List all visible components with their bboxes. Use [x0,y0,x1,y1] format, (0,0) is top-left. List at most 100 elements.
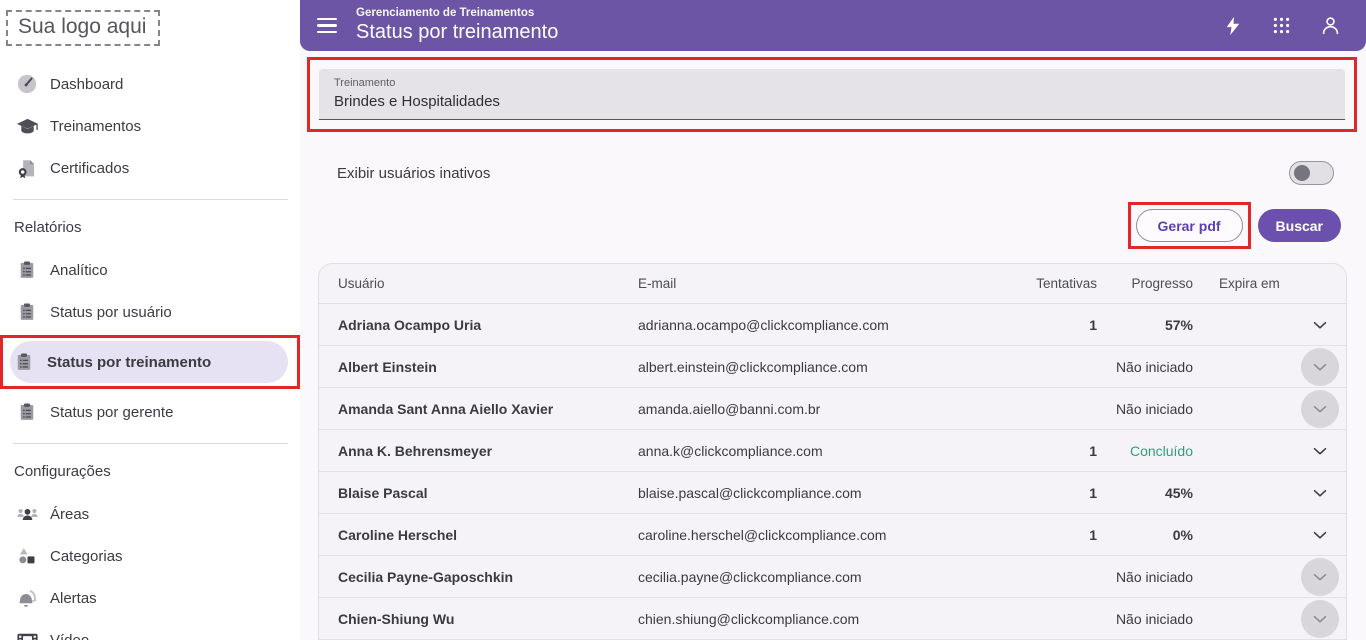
user-name-cell: Anna K. Behrensmeyer [338,442,493,459]
sidebar-divider [13,199,288,200]
menu-icon[interactable] [317,17,343,34]
expand-cell [1293,306,1346,344]
inactive-users-toggle[interactable] [1289,161,1334,185]
sidebar-item-dashboard[interactable]: Dashboard [13,63,288,105]
people-icon [15,502,39,526]
sidebar-item-certificados[interactable]: Certificados [13,147,288,189]
graduation-cap-icon [15,114,39,138]
user-name-cell: Adriana Ocampo Uria [338,316,482,333]
search-button[interactable]: Buscar [1257,209,1341,242]
attempts-cell: 1 [1089,316,1097,333]
user-icon[interactable] [1319,14,1342,37]
sidebar-item-treinamentos[interactable]: Treinamentos [13,105,288,147]
email-cell: albert.einstein@clickcompliance.com [638,358,868,375]
sidebar-item-label: Áreas [50,505,90,523]
chevron-down-icon[interactable] [1301,474,1339,512]
table-header-row: Usuário E-mail Tentativas Progresso Expira e… [319,264,1346,304]
app-root: Sua logo aqui Dashboard Treinamentos Certi… [0,0,1366,640]
column-header-tentativas: Tentativas [1036,276,1097,291]
expand-cell [1293,389,1346,428]
sidebar-item-label: Certificados [50,159,130,177]
attempts-cell: 1 [1089,526,1097,543]
expand-cell [1293,347,1346,386]
lightning-icon[interactable] [1222,15,1244,37]
sidebar-item-status-por-gerente[interactable]: Status por gerente [13,391,288,433]
chevron-down-icon[interactable] [1301,306,1339,344]
table-row: Cecilia Payne-Gaposchkin cecilia.payne@cl… [319,556,1346,598]
sidebar-section-relatorios: Relatórios [14,219,82,236]
chevron-down-icon [1300,557,1339,596]
sidebar-nav: Dashboard Treinamentos Certificados Relatór… [0,63,300,640]
annotation-box-status-por-treinamento: Status por treinamento [0,335,300,389]
training-select-value: Brindes e Hospitalidades [334,93,500,110]
column-header-e-mail: E-mail [638,276,677,291]
table-row: Chien-Shiung Wu chien.shiung@clickcomplia… [319,598,1346,640]
expand-cell [1293,432,1346,470]
sidebar-item-label: Status por treinamento [47,353,212,371]
sidebar-item-label: Status por usuário [50,303,172,321]
topbar-titles: Gerenciamento de Treinamentos Status por… [356,7,558,44]
page-content: Treinamento Brindes e Hospitalidades Exi… [300,51,1366,640]
email-cell: caroline.herschel@clickcompliance.com [638,526,887,543]
logo-placeholder: Sua logo aqui [6,10,161,46]
shapes-icon [15,544,39,568]
chevron-down-icon[interactable] [1301,516,1339,554]
sidebar-item-label: Treinamentos [50,117,142,135]
email-cell: amanda.aiello@banni.com.br [638,400,821,417]
clipboard-icon [15,300,39,324]
app-title: Gerenciamento de Treinamentos [356,6,535,19]
table-row: Blaise Pascal blaise.pascal@clickcomplian… [319,472,1346,514]
column-header-expira-em: Expira em [1219,276,1280,291]
sidebar-item-label: Vídeo [50,631,90,640]
sidebar-item-status-por-usuario[interactable]: Status por usuário [13,291,288,333]
dashboard-icon [15,72,39,96]
sidebar-item-categorias[interactable]: Categorias [13,535,288,577]
table-row: Caroline Herschel caroline.herschel@click… [319,514,1346,556]
expand-cell [1293,474,1346,512]
user-name-cell: Cecilia Payne-Gaposchkin [338,568,514,585]
sidebar-section-configuracoes: Configurações [14,463,111,480]
training-select[interactable]: Treinamento Brindes e Hospitalidades [319,69,1345,120]
chevron-down-icon[interactable] [1301,432,1339,470]
chevron-down-icon [1300,347,1339,386]
progress-cell: 0% [1172,526,1193,543]
bell-icon [15,586,39,610]
column-header-usuario: Usuário [338,276,385,291]
sidebar-item-analitico[interactable]: Analítico [13,249,288,291]
sidebar-item-label: Dashboard [50,75,124,93]
progress-cell: Concluído [1129,442,1193,459]
table-body: Adriana Ocampo Uria adrianna.ocampo@click… [319,304,1346,640]
attempts-cell: 1 [1089,442,1097,459]
table-row: Albert Einstein albert.einstein@clickcomp… [319,346,1346,388]
certificate-icon [15,156,39,180]
table-row: Anna K. Behrensmeyer anna.k@clickcomplian… [319,430,1346,472]
topbar: Gerenciamento de Treinamentos Status por… [300,0,1366,51]
progress-cell: Não iniciado [1115,610,1193,627]
column-header-progresso: Progresso [1131,276,1193,291]
chevron-down-icon [1300,599,1339,638]
sidebar: Sua logo aqui Dashboard Treinamentos Certi… [0,0,300,640]
page-title: Status por treinamento [356,21,559,44]
generate-pdf-button[interactable]: Gerar pdf [1135,209,1243,242]
sidebar-item-label: Alertas [50,589,97,607]
user-name-cell: Blaise Pascal [338,484,428,501]
progress-cell: 57% [1164,316,1193,333]
expand-cell [1293,557,1346,596]
expand-cell [1293,516,1346,554]
sidebar-item-label: Analítico [50,261,108,279]
email-cell: anna.k@clickcompliance.com [638,442,823,459]
email-cell: adrianna.ocampo@clickcompliance.com [638,316,889,333]
attempts-cell: 1 [1089,484,1097,501]
user-name-cell: Chien-Shiung Wu [338,610,455,627]
annotation-box-training-select: Treinamento Brindes e Hospitalidades [307,57,1357,132]
users-status-table: Usuário E-mail Tentativas Progresso Expira e… [318,263,1347,640]
film-icon [15,628,39,640]
progress-cell: Não iniciado [1115,400,1193,417]
sidebar-item-status-por-treinamento[interactable]: Status por treinamento [10,341,288,383]
sidebar-item-video[interactable]: Vídeo [13,619,288,640]
user-name-cell: Albert Einstein [338,358,437,375]
sidebar-item-areas[interactable]: Áreas [13,493,288,535]
sidebar-item-alertas[interactable]: Alertas [13,577,288,619]
apps-grid-icon[interactable] [1271,15,1292,36]
user-name-cell: Amanda Sant Anna Aiello Xavier [338,400,554,417]
